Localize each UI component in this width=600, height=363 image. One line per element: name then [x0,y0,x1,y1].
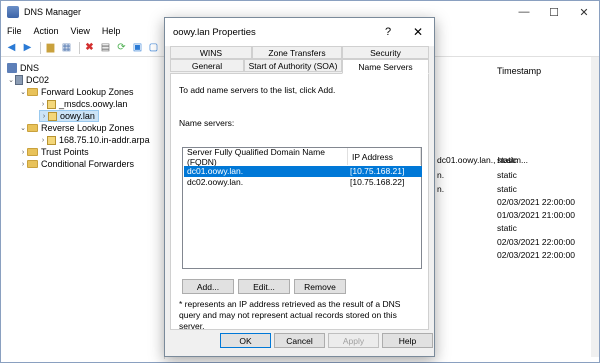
server-ip: [10.75.168.22] [350,177,405,187]
ok-button[interactable]: OK [220,333,271,348]
cancel-button[interactable]: Cancel [274,333,325,348]
chevron-down-icon[interactable]: ⌄ [19,88,27,96]
list-item[interactable]: dc01.oowy.lan. [10.75.168.21] [184,166,422,177]
tree-item-msdcs[interactable]: › _msdcs.oowy.lan [39,98,128,110]
chevron-right-icon[interactable]: › [40,113,48,120]
list-cell: n. [437,184,445,194]
dialog-help-button[interactable]: ? [379,18,397,46]
dialog-title: oowy.lan Properties [173,26,256,38]
server-ip: [10.75.168.21] [350,166,405,176]
apply-button[interactable]: Apply [328,333,379,348]
menu-view[interactable]: View [71,26,90,36]
remove-button[interactable]: Remove [294,279,346,294]
zone-properties-dialog: oowy.lan Properties ? ✕ WINS Zone Transf… [164,17,435,357]
back-arrow-icon[interactable]: ◀ [5,41,18,54]
list-cell: static [497,184,517,194]
dialog-close-button[interactable]: ✕ [405,18,431,46]
tab-wins[interactable]: WINS [170,46,252,59]
list-item[interactable]: dc02.oowy.lan. [10.75.168.22] [184,177,422,188]
chevron-right-icon[interactable]: › [39,101,47,108]
folder-icon [27,148,38,156]
delete-icon[interactable]: ✖ [83,41,96,54]
help-icon[interactable]: ▢ [147,41,160,54]
chevron-right-icon[interactable]: › [19,161,27,168]
list-cell: 02/03/2021 22:00:00 [497,197,575,207]
folder-icon [27,124,38,132]
close-button[interactable]: ✕ [569,1,599,23]
tree-item-oowy-lan[interactable]: › oowy.lan [39,110,99,122]
tree-item-dns[interactable]: DNS [7,62,39,74]
record-list-pane: Timestamp dc01.oowy.lan., hostm... stati… [437,59,599,359]
list-cell: static [497,170,517,180]
minimize-button[interactable]: — [509,1,539,23]
server-fqdn: dc02.oowy.lan. [187,177,244,187]
menu-file[interactable]: File [7,26,22,36]
tab-zone-transfers[interactable]: Zone Transfers [252,46,342,59]
menu-help[interactable]: Help [102,26,121,36]
grid-view-icon[interactable]: ▦ [60,41,73,54]
tree-pane: DNS ⌄ DC02 ⌄ Forward Lookup Zones › _msd… [3,59,165,359]
window-title: DNS Manager [24,7,82,17]
chevron-down-icon[interactable]: ⌄ [19,124,27,132]
folder-up-icon[interactable]: ▆ [44,41,57,54]
edit-button[interactable]: Edit... [238,279,290,294]
maximize-button[interactable]: ☐ [539,1,569,23]
help-button[interactable]: Help [382,333,433,348]
list-cell: n. [437,170,445,180]
name-servers-list[interactable]: Server Fully Qualified Domain Name (FQDN… [182,147,422,269]
zone-icon [47,135,56,145]
tree-item-conditional-forwarders[interactable]: › Conditional Forwarders [19,158,134,170]
menu-action[interactable]: Action [34,26,59,36]
toolbar-separator [79,41,80,54]
tab-soa[interactable]: Start of Authority (SOA) [244,59,342,72]
column-header-ip[interactable]: IP Address [348,148,421,165]
tree-item-reverse-zone[interactable]: › 168.75.10.in-addr.arpa [39,134,150,146]
list-cell: 01/03/2021 21:00:00 [497,210,575,220]
tab-security[interactable]: Security [342,46,429,59]
folder-icon [27,160,38,168]
chevron-right-icon[interactable]: › [39,137,47,144]
add-button[interactable]: Add... [182,279,234,294]
forward-arrow-icon[interactable]: ▶ [21,41,34,54]
list-cell: static [497,155,517,165]
export-list-icon[interactable]: ▣ [131,41,144,54]
zone-icon [48,111,57,121]
zone-icon [47,99,56,109]
list-cell: 02/03/2021 22:00:00 [497,250,575,260]
toolbar-separator [40,41,41,54]
intro-text: To add name servers to the list, click A… [179,85,336,95]
chevron-down-icon[interactable]: ⌄ [7,76,15,84]
tab-name-servers[interactable]: Name Servers [342,59,429,74]
properties-icon[interactable]: ▤ [99,41,112,54]
tree-item-reverse-zones[interactable]: ⌄ Reverse Lookup Zones [19,122,134,134]
refresh-icon[interactable]: ⟳ [115,41,128,54]
column-header-fqdn[interactable]: Server Fully Qualified Domain Name (FQDN… [183,147,348,167]
folder-icon [27,88,38,96]
tree-item-forward-zones[interactable]: ⌄ Forward Lookup Zones [19,86,134,98]
dns-manager-icon [7,6,19,18]
tab-general[interactable]: General [170,59,244,72]
list-cell: 02/03/2021 22:00:00 [497,237,575,247]
name-servers-panel: To add name servers to the list, click A… [170,73,429,331]
vertical-scrollbar[interactable] [591,57,599,357]
server-fqdn: dc01.oowy.lan. [187,166,244,176]
name-servers-label: Name servers: [179,118,235,128]
server-icon [15,75,23,85]
chevron-right-icon[interactable]: › [19,149,27,156]
tree-item-server[interactable]: ⌄ DC02 [7,74,49,86]
dns-icon [7,63,17,73]
list-cell: static [497,223,517,233]
note-text: * represents an IP address retrieved as … [179,299,401,331]
tree-item-trust-points[interactable]: › Trust Points [19,146,89,158]
column-header-timestamp[interactable]: Timestamp [497,66,541,76]
